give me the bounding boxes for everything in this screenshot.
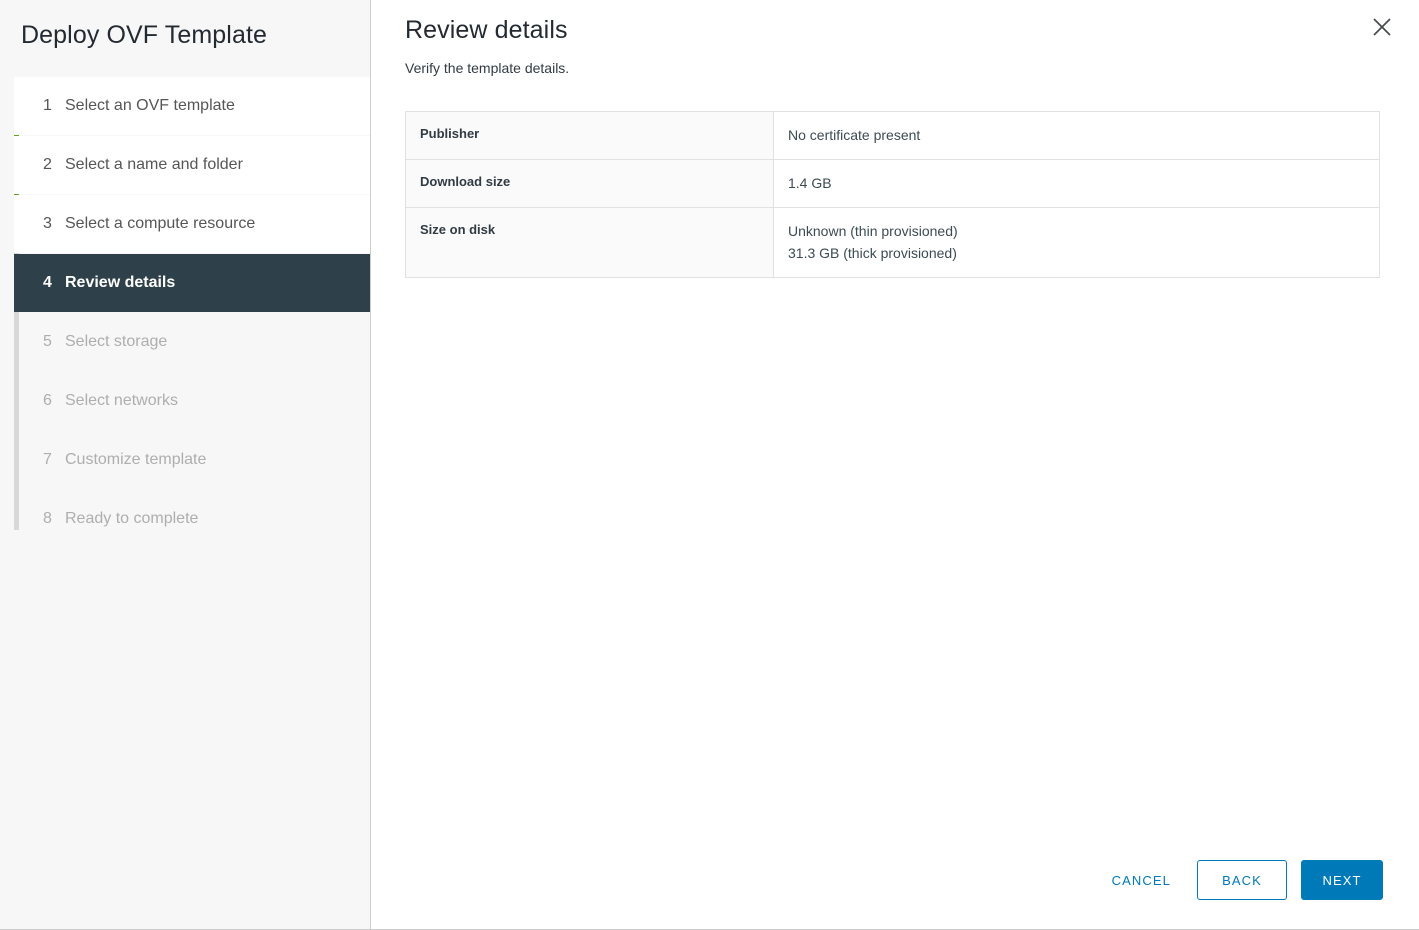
detail-label-publisher: Publisher [406,112,774,160]
sidebar-step-8: 8 Ready to complete [14,490,370,548]
close-icon[interactable] [1369,14,1395,40]
sidebar-step-7: 7 Customize template [14,431,370,489]
detail-value-publisher: No certificate present [774,112,1380,160]
step-number: 8 [43,509,65,529]
step-number: 5 [43,332,65,352]
step-label: Ready to complete [65,509,198,529]
sidebar-step-5: 5 Select storage [14,313,370,371]
step-label: Select an OVF template [65,96,235,116]
detail-value-line: No certificate present [788,124,1365,146]
deploy-ovf-template-wizard: Deploy OVF Template 1 Select an OVF temp… [0,0,1419,930]
page-header: Review details Verify the template detai… [371,0,1419,77]
step-label: Customize template [65,450,206,470]
step-number: 3 [43,214,65,234]
detail-label-download-size: Download size [406,160,774,208]
page-subtitle: Verify the template details. [405,59,1419,77]
step-number: 2 [43,155,65,175]
template-details-table: Publisher No certificate present Downloa… [405,111,1380,278]
sidebar-step-6: 6 Select networks [14,372,370,430]
sidebar-step-3[interactable]: 3 Select a compute resource [14,195,370,253]
step-label: Select networks [65,391,178,411]
sidebar-step-2[interactable]: 2 Select a name and folder [14,136,370,194]
step-number: 4 [43,273,65,293]
cancel-button[interactable]: CANCEL [1100,867,1183,894]
wizard-sidebar: Deploy OVF Template 1 Select an OVF temp… [0,0,371,929]
wizard-main-panel: Review details Verify the template detai… [371,0,1419,929]
page-title: Review details [405,14,1419,46]
step-label: Select storage [65,332,167,352]
wizard-title: Deploy OVF Template [0,0,370,52]
detail-value-line: 1.4 GB [788,172,1365,194]
table-row: Publisher No certificate present [406,112,1380,160]
step-label: Select a compute resource [65,214,255,234]
step-number: 1 [43,96,65,116]
next-button[interactable]: NEXT [1301,860,1383,900]
detail-value-line-thin: Unknown (thin provisioned) [788,220,1365,242]
sidebar-step-1[interactable]: 1 Select an OVF template [14,77,370,135]
step-label: Select a name and folder [65,155,243,175]
table-row: Download size 1.4 GB [406,160,1380,208]
back-button[interactable]: BACK [1197,860,1287,900]
detail-value-line-thick: 31.3 GB (thick provisioned) [788,242,1365,264]
step-number: 7 [43,450,65,470]
wizard-step-list: 1 Select an OVF template 2 Select a name… [0,77,370,548]
step-number: 6 [43,391,65,411]
sidebar-step-4[interactable]: 4 Review details [14,254,370,312]
detail-label-size-on-disk: Size on disk [406,208,774,278]
table-row: Size on disk Unknown (thin provisioned) … [406,208,1380,278]
step-label: Review details [65,273,175,293]
wizard-footer: CANCEL BACK NEXT [1100,860,1383,900]
detail-value-size-on-disk: Unknown (thin provisioned) 31.3 GB (thic… [774,208,1380,278]
detail-value-download-size: 1.4 GB [774,160,1380,208]
